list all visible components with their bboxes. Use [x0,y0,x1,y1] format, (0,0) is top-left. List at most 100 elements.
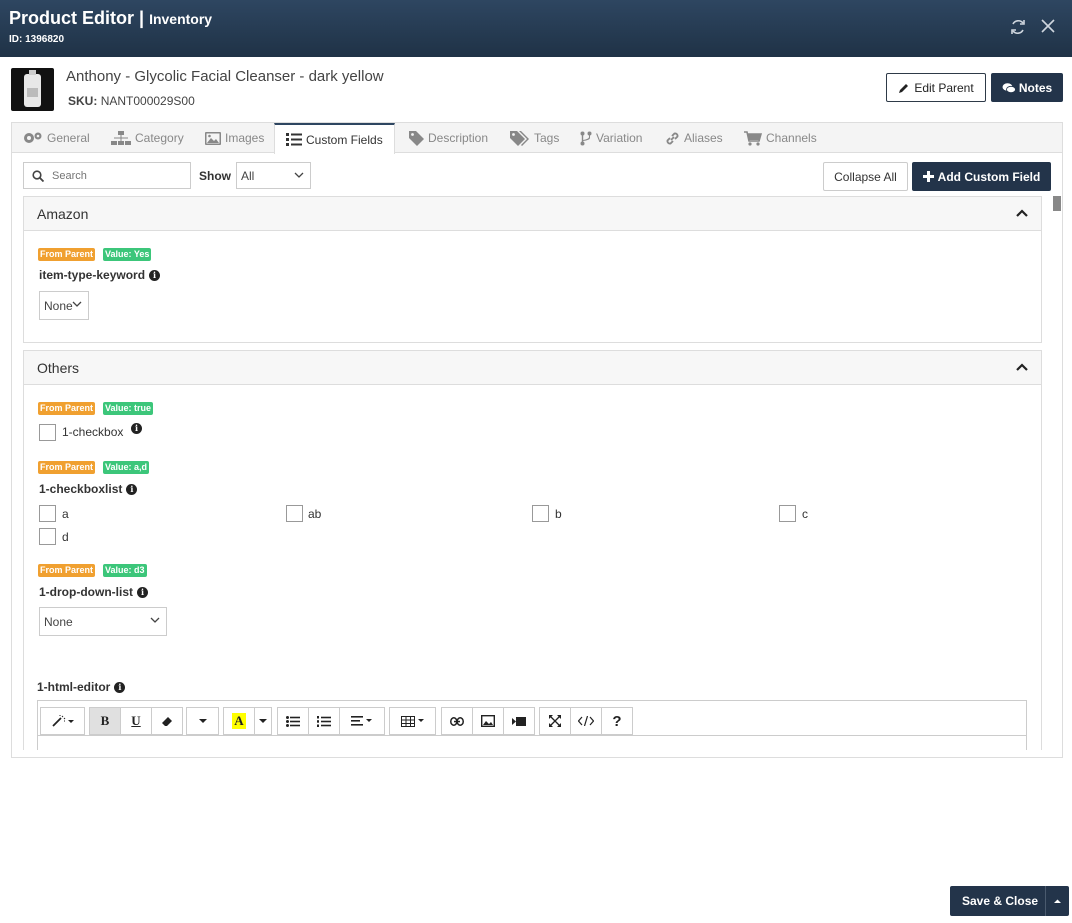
tab-images-label: Images [225,131,265,145]
underline-button[interactable]: U [120,707,152,735]
section-others: Others [23,350,1042,750]
search-input[interactable] [52,169,182,182]
field-label-text: 1-drop-down-list [39,585,133,599]
chevron-up-icon[interactable] [1016,362,1028,372]
paragraph-align-button[interactable] [339,707,385,735]
insert-video-button[interactable] [503,707,535,735]
comments-icon [1002,82,1016,93]
tab-aliases-label: Aliases [684,131,723,145]
insert-picture-button[interactable] [472,707,504,735]
save-close-button[interactable]: Save & Close [950,886,1069,916]
add-custom-field-label: Add Custom Field [937,169,1041,184]
bold-button[interactable]: B [89,707,121,735]
tab-general[interactable]: General [23,123,90,153]
video-icon [512,716,526,726]
product-name: Anthony - Glycolic Facial Cleanser - dar… [66,68,384,85]
tab-description[interactable]: Description [409,123,488,153]
scrollbar[interactable] [1052,196,1062,748]
checkbox-option-c[interactable] [779,505,796,522]
value-badge: Value: Yes [103,248,152,261]
value-badge: Value: a,d [103,461,150,474]
unordered-list-button[interactable] [277,707,309,735]
value-badge: Value: d3 [103,564,147,577]
color-dropdown-button[interactable] [254,707,272,735]
info-icon[interactable]: i [114,681,126,693]
expand-icon [549,715,561,727]
tab-variation[interactable]: Variation [580,123,642,153]
search-icon [32,169,44,182]
info-icon[interactable]: i [131,423,142,434]
chevron-down-icon [72,301,82,307]
save-close-label: Save & Close [962,894,1039,908]
html-editor: B U A ? [37,700,1027,750]
add-custom-field-button[interactable]: Add Custom Field [912,162,1051,191]
help-button[interactable]: ? [601,707,633,735]
value-badge: Value: true [103,402,154,415]
tab-bar: General Category Images Custom Fields De… [11,122,1063,154]
link-button[interactable] [441,707,473,735]
show-filter-select[interactable]: All [236,162,311,189]
checkbox-option-d[interactable] [39,528,56,545]
tab-images[interactable]: Images [205,123,264,153]
tab-custom-fields-label: Custom Fields [306,132,383,147]
tab-tags[interactable]: Tags [510,123,559,153]
tab-custom-fields[interactable]: Custom Fields [274,123,395,154]
fullscreen-button[interactable] [539,707,571,735]
font-dropdown-button[interactable] [186,707,219,735]
tab-category[interactable]: Category [111,123,184,153]
save-options-dropdown[interactable] [1045,886,1069,916]
checkbox-label: a [62,507,69,521]
pencil-icon [899,83,909,93]
checkbox-option-ab[interactable] [286,505,303,522]
tag-icon [409,130,424,146]
list-ul-icon [286,715,300,727]
section-amazon-header[interactable]: Amazon [24,197,1041,231]
edit-parent-label: Edit Parent [914,80,974,95]
checkbox-option-b[interactable] [532,505,549,522]
chevron-up-icon[interactable] [1016,208,1028,218]
field-label: 1-html-editor i [37,680,126,694]
title-separator: | [139,8,145,28]
checkbox-1-checkbox[interactable] [39,424,56,441]
link-icon [450,716,464,726]
style-dropdown-button[interactable] [40,707,85,735]
info-icon[interactable]: i [149,269,161,281]
search-box[interactable] [23,162,191,189]
info-icon[interactable]: i [136,586,148,598]
tab-tags-label: Tags [534,131,560,145]
code-view-button[interactable] [570,707,602,735]
checkbox-option-a[interactable] [39,505,56,522]
tab-channels[interactable]: Channels [744,123,817,153]
field-label: 1-drop-down-list i [39,585,148,599]
info-icon[interactable]: i [126,483,138,495]
table-icon [400,715,424,727]
list-icon [286,133,302,146]
section-amazon-title: Amazon [37,206,89,222]
tab-aliases[interactable]: Aliases [665,123,723,153]
refresh-icon[interactable] [1010,18,1028,38]
select-value: None [44,299,73,313]
editor-toolbar: B U A ? [38,701,1026,736]
link-icon [666,132,679,144]
edit-parent-button[interactable]: Edit Parent [886,73,986,102]
show-filter-value: All [241,169,255,183]
from-parent-badge: From Parent [38,461,96,474]
eraser-button[interactable] [151,707,183,735]
notes-label: Notes [1018,80,1053,95]
section-others-header[interactable]: Others [24,351,1041,385]
caret-down-icon [198,719,207,723]
tab-general-label: General [47,131,90,145]
ordered-list-button[interactable] [308,707,340,735]
drop-down-list-select[interactable]: None [39,607,167,636]
text-color-button[interactable]: A [223,707,255,735]
notes-button[interactable]: Notes [991,73,1063,102]
table-button[interactable] [389,707,436,735]
section-others-title: Others [37,360,80,376]
collapse-all-button[interactable]: Collapse All [823,162,908,191]
title-subtitle: Inventory [149,11,213,27]
close-icon[interactable] [1040,18,1058,38]
select-value: None [44,615,73,629]
field-label: 1-checkboxlist i [39,482,138,496]
item-type-keyword-select[interactable]: None [39,291,89,320]
scrollbar-thumb[interactable] [1053,196,1061,211]
